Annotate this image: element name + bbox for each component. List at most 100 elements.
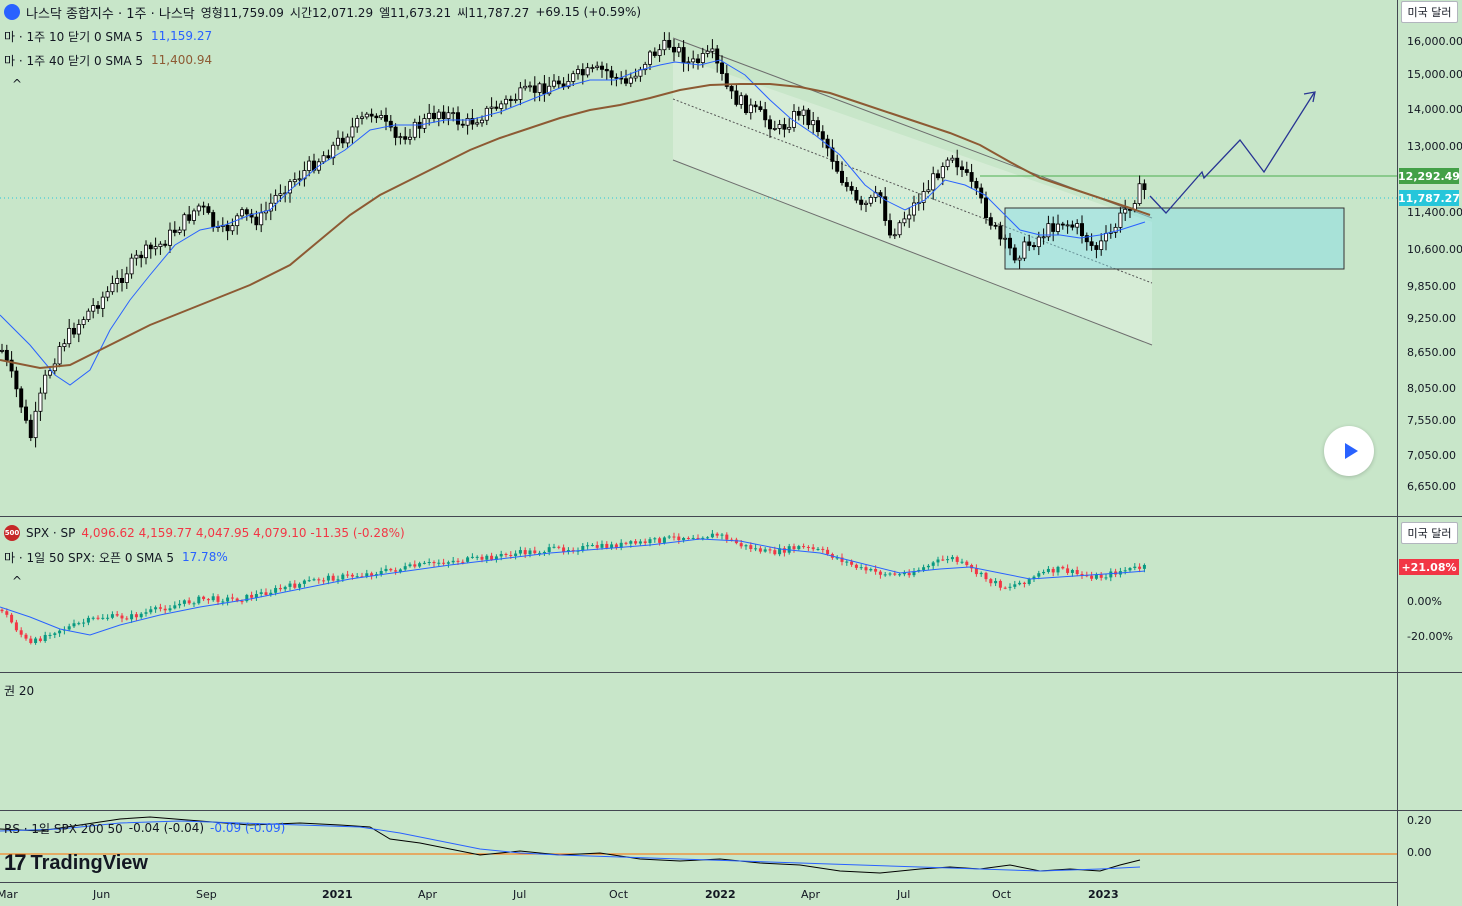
- spx-candle-body: [365, 573, 369, 577]
- spx-candle-body: [427, 562, 431, 564]
- spx-candle-body: [1027, 579, 1031, 584]
- spx-candle-body: [792, 546, 796, 550]
- candle-body: [148, 244, 153, 250]
- spx-candle-body: [418, 563, 422, 567]
- spx-candle-body: [595, 545, 599, 548]
- spx-candle-body: [773, 550, 777, 555]
- spx-pane[interactable]: 500 SPX · SP 4,096.62 4,159.77 4,047.95 …: [0, 516, 1462, 672]
- candle-body: [552, 80, 557, 87]
- tradingview-logo[interactable]: 17 TradingView: [4, 850, 148, 876]
- spx-candle-body: [821, 548, 825, 550]
- candle-body: [201, 205, 206, 208]
- candle-body: [1036, 236, 1041, 248]
- candle-body: [628, 77, 633, 84]
- candle-body: [662, 39, 667, 51]
- spx-candle-body: [379, 571, 383, 575]
- ma10-legend[interactable]: 마 · 1주 10 닫기 0 SMA 5 11,159.27: [4, 27, 212, 45]
- candle-body: [796, 111, 801, 116]
- candle-body: [691, 58, 696, 63]
- candle-body: [556, 80, 561, 85]
- spx-ohlc: 4,096.62 4,159.77 4,047.95 4,079.10 -11.…: [81, 526, 405, 540]
- spx-collapse-button[interactable]: ^: [6, 572, 28, 590]
- candle-body: [431, 112, 436, 119]
- candle-body: [297, 178, 302, 181]
- rs-tick-label: 0.00: [1407, 846, 1432, 859]
- main-chart-pane[interactable]: 나스닥 종합지수 · 1주 · 나스닥 영형11,759.09 시간12,071…: [0, 0, 1462, 516]
- main-collapse-button[interactable]: ^: [6, 75, 28, 93]
- time-tick-label: Apr: [418, 888, 438, 901]
- candle-body: [768, 119, 773, 130]
- spx-candle-body: [941, 559, 945, 561]
- candle-body: [1051, 223, 1056, 232]
- candle-body: [153, 246, 158, 250]
- main-legend: 나스닥 종합지수 · 1주 · 나스닥 영형11,759.09 시간12,071…: [4, 3, 641, 22]
- candle-body: [681, 47, 686, 64]
- volume-pane[interactable]: 권 20: [0, 672, 1462, 810]
- ma40-legend[interactable]: 마 · 1주 40 닫기 0 SMA 5 11,400.94: [4, 51, 212, 69]
- spx-candle-body: [259, 592, 263, 595]
- spx-candle-body: [610, 544, 614, 548]
- candle-body: [172, 229, 177, 233]
- candle-body: [4, 349, 9, 361]
- price-tick-label: 6,650.00: [1407, 480, 1456, 493]
- spx-candle-body: [1018, 582, 1022, 585]
- candle-body: [763, 109, 768, 121]
- spx-candle-body: [504, 553, 508, 556]
- play-button[interactable]: [1324, 426, 1374, 476]
- spx-title[interactable]: SPX · SP: [26, 526, 75, 540]
- candle-body: [1056, 223, 1061, 232]
- candle-body: [67, 327, 72, 345]
- candle-body: [633, 75, 638, 79]
- spx-candle-body: [1013, 584, 1017, 587]
- candle-body: [960, 166, 965, 170]
- tradingview-logo-icon: 17: [4, 850, 27, 875]
- spx-candle-body: [322, 580, 326, 582]
- spx-candle-body: [754, 548, 758, 550]
- candle-body: [537, 83, 542, 93]
- candle-body: [816, 120, 821, 133]
- candle-body: [489, 106, 494, 109]
- main-title[interactable]: 나스닥 종합지수 · 1주 · 나스닥: [26, 3, 195, 22]
- spx-candle-body: [653, 538, 657, 540]
- candle-body: [1060, 223, 1065, 226]
- spx-candle-body: [1138, 566, 1142, 569]
- spx-candle-body: [120, 615, 124, 619]
- spx-candle-body: [182, 600, 186, 604]
- main-high: 시간12,071.29: [289, 5, 374, 20]
- candle-body: [801, 109, 806, 116]
- candle-body: [648, 51, 653, 65]
- spx-candle-body: [1133, 566, 1137, 569]
- spx-candle-body: [1075, 569, 1079, 575]
- spx-candle-body: [946, 559, 950, 561]
- candle-body: [849, 186, 854, 191]
- spx-candle-body: [139, 613, 143, 618]
- candle-body: [1128, 208, 1133, 211]
- time-tick-label: Apr: [801, 888, 821, 901]
- spx-candle-body: [91, 617, 95, 619]
- ma10-label: 마 · 1주 10 닫기 0 SMA 5: [4, 29, 144, 44]
- spx-candle-body: [192, 603, 196, 605]
- candle-body: [907, 214, 912, 220]
- spx-candle-body: [1042, 571, 1046, 574]
- spx-candle-body: [658, 538, 662, 543]
- spx-candle-body: [739, 543, 743, 547]
- candle-body: [167, 229, 172, 246]
- candle-body: [134, 254, 139, 259]
- time-axis[interactable]: Mar Jun Sep 2021 Apr Jul Oct 2022 Apr Jul Oct 2023: [0, 882, 1397, 906]
- currency-button-spx[interactable]: 미국 달러: [1401, 522, 1458, 544]
- spx-candle-body: [638, 541, 642, 544]
- candle-body: [532, 85, 537, 93]
- spx-candle-body: [43, 634, 47, 642]
- price-tick-label: 11,400.00: [1407, 206, 1462, 219]
- candle-body: [48, 370, 53, 376]
- main-low: 엘11,673.21: [379, 5, 452, 20]
- candle-body: [321, 155, 326, 163]
- candle-body: [19, 388, 24, 408]
- spx-candle-body: [53, 633, 57, 635]
- currency-button-main[interactable]: 미국 달러: [1401, 1, 1458, 23]
- spx-ma-legend[interactable]: 마 · 1일 50 SPX: 오픈 0 SMA 5 17.78%: [4, 548, 228, 566]
- rs-pane[interactable]: RS · 1일 SPX 200 50 -0.04 (-0.04) -0.09 (…: [0, 810, 1462, 882]
- spx-candle-body: [552, 546, 556, 548]
- candle-body: [479, 119, 484, 124]
- candle-body: [503, 98, 508, 105]
